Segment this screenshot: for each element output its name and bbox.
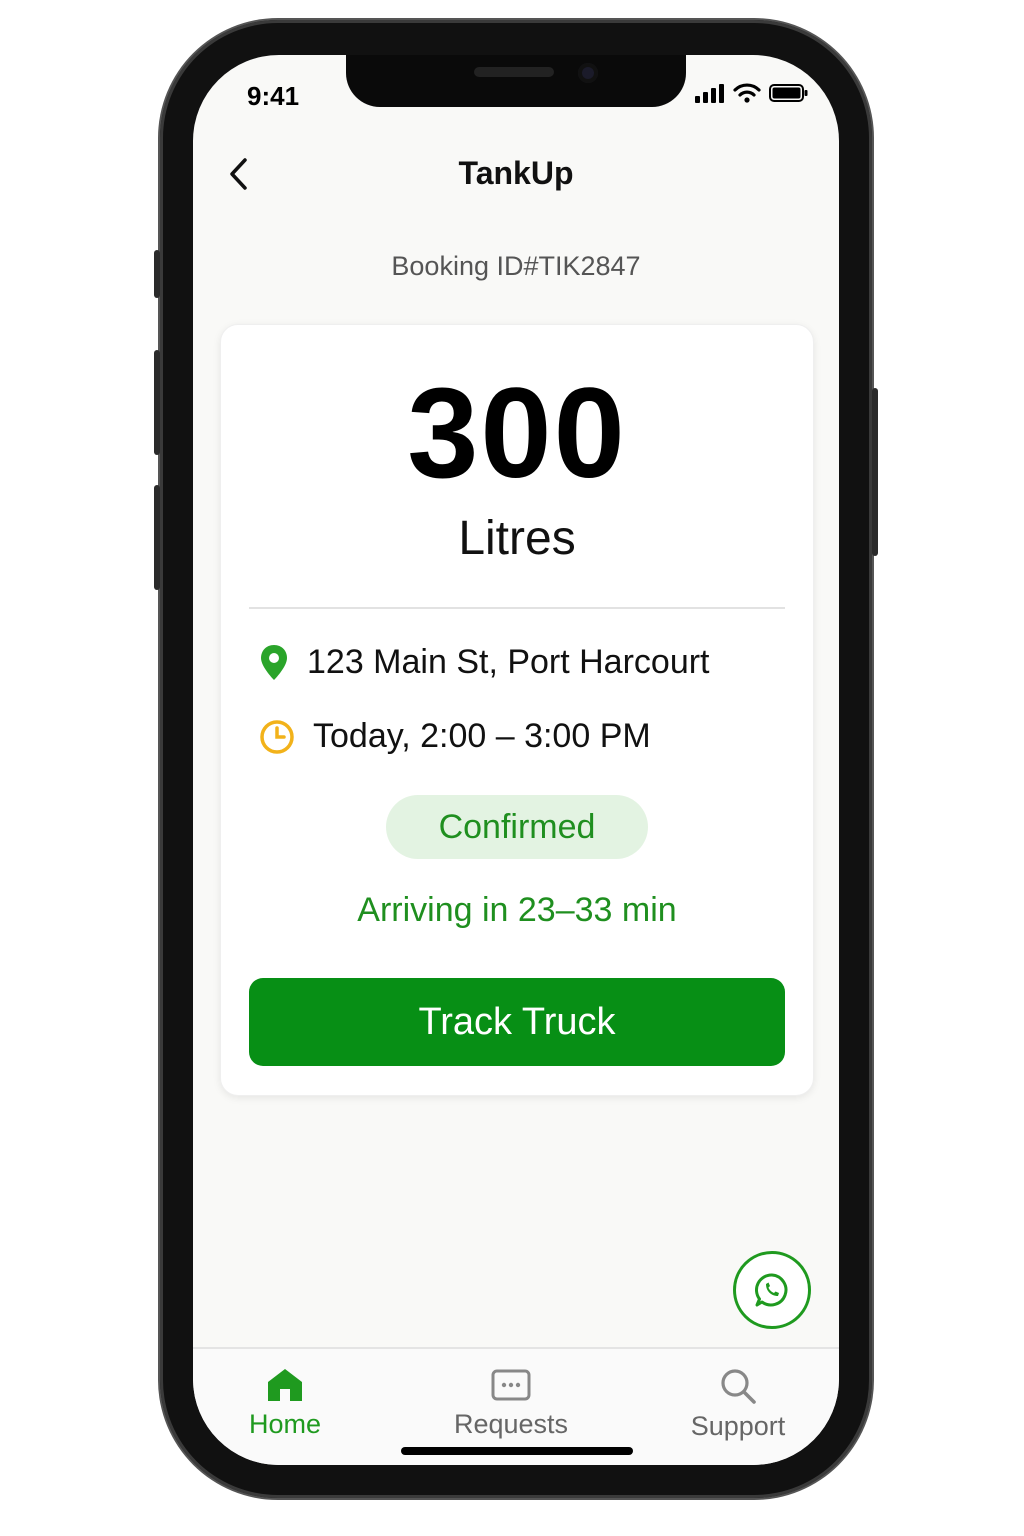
tab-requests-label: Requests (453, 1409, 569, 1439)
volume-unit: Litres (458, 512, 576, 565)
speaker (474, 67, 554, 77)
address-text: 123 Main St, Port Harcourt (307, 643, 710, 681)
camera (578, 63, 598, 83)
tab-home[interactable]: Home (195, 1367, 375, 1440)
notch (346, 55, 686, 107)
search-icon (721, 1369, 756, 1404)
address-row: 123 Main St, Port Harcourt (259, 643, 710, 682)
eta-text: Arriving in 23–33 min (357, 891, 677, 929)
whatsapp-button[interactable] (733, 1251, 811, 1329)
time-row: Today, 2:00 – 3:00 PM (259, 717, 651, 756)
mute-switch (154, 250, 160, 298)
wifi-icon (733, 83, 761, 103)
app-screen: 9:41 TankUp Booking ID#TIK2847 300 Litre… (193, 55, 839, 1465)
volume-amount: 300 (407, 362, 627, 505)
power-button (872, 388, 878, 556)
home-indicator (401, 1447, 633, 1455)
tab-support-label: Support (690, 1411, 786, 1441)
home-icon (268, 1369, 302, 1401)
signal-icon (695, 84, 724, 103)
app-title: TankUp (458, 155, 574, 191)
tab-home-label: Home (248, 1409, 322, 1439)
volume-down-button (154, 485, 160, 590)
volume-up-button (154, 350, 160, 455)
time-window-text: Today, 2:00 – 3:00 PM (313, 717, 651, 755)
divider (249, 607, 785, 609)
tab-support[interactable]: Support (648, 1367, 828, 1442)
requests-icon (491, 1369, 531, 1401)
whatsapp-icon (755, 1273, 788, 1307)
track-truck-button[interactable]: Track Truck (249, 978, 785, 1066)
status-time: 9:41 (247, 81, 300, 111)
header: TankUp (193, 149, 839, 199)
booking-card: 300 Litres 123 Main St, Port Harcourt To… (220, 324, 814, 1096)
tab-requests[interactable]: Requests (421, 1367, 601, 1440)
battery-icon (769, 84, 808, 102)
booking-id: Booking ID#TIK2847 (391, 251, 641, 281)
clock-icon (260, 719, 294, 754)
status-icons (695, 83, 809, 103)
location-pin-icon (261, 644, 287, 680)
status-badge: Confirmed (386, 795, 648, 859)
